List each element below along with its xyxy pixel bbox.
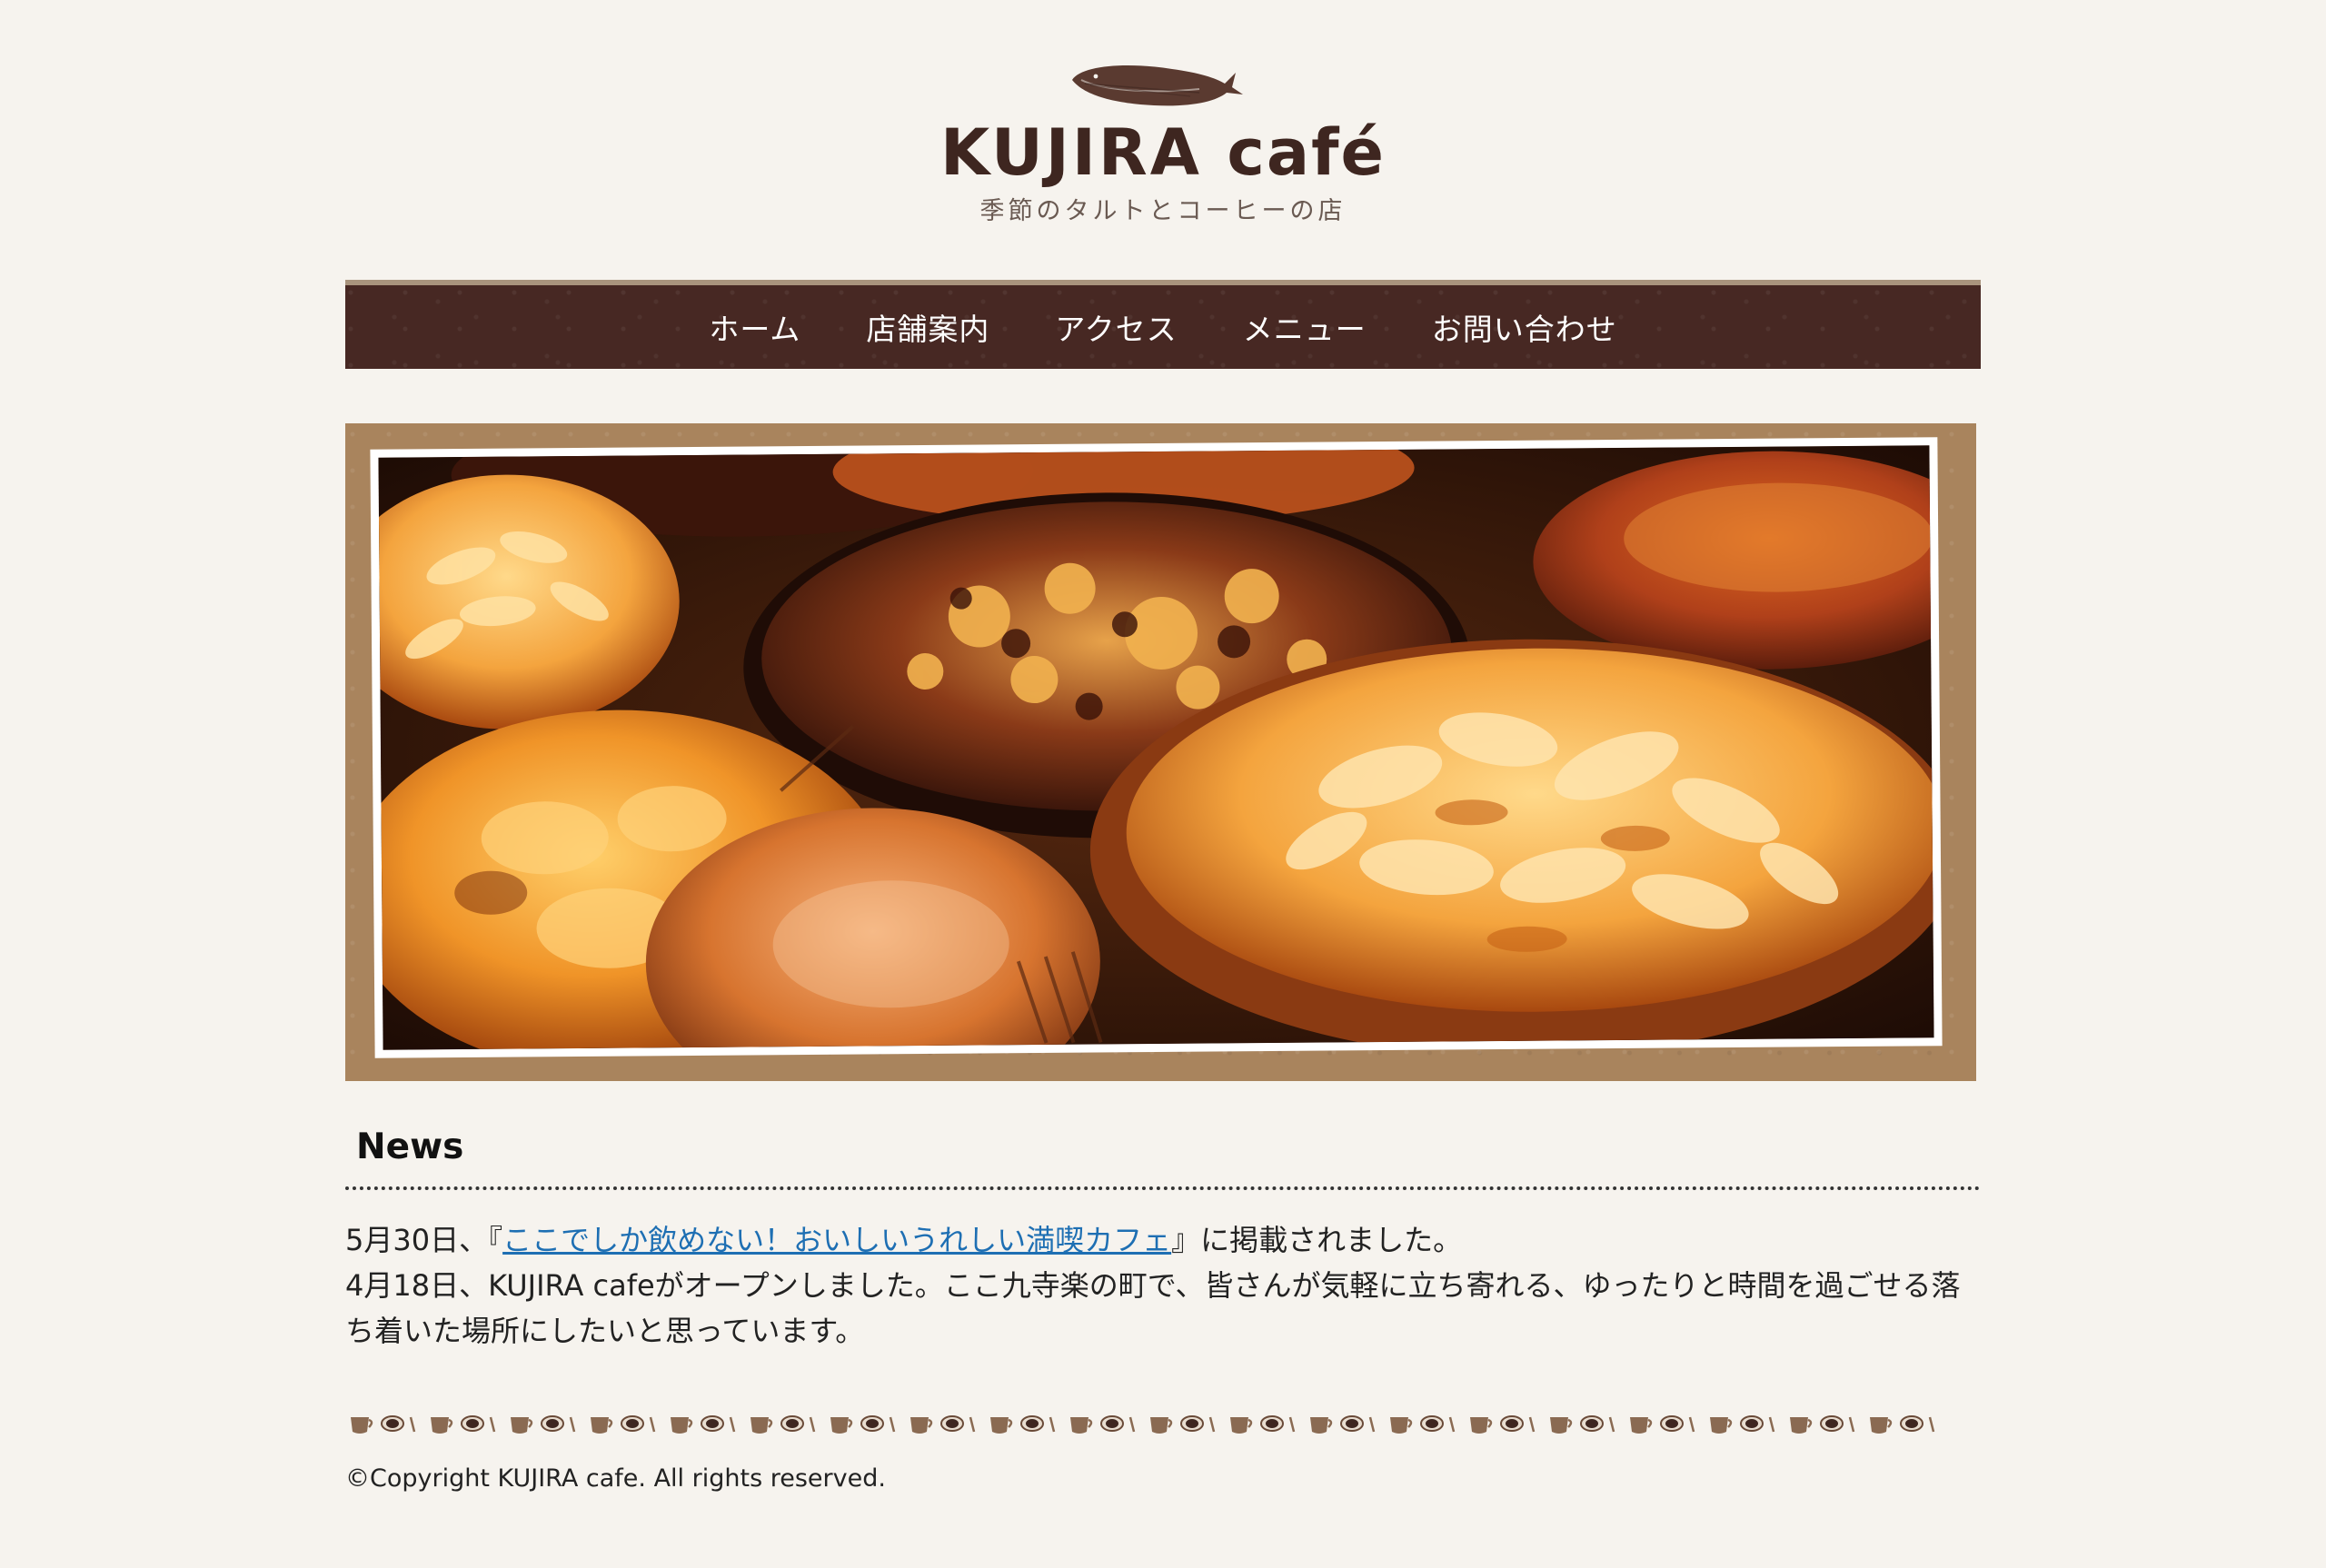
nav-item-store-info[interactable]: 店舗案内 (866, 305, 989, 349)
logo-tagline: 季節のタルトとコーヒーの店 (979, 197, 1347, 225)
coffee-cup-icon (505, 1410, 585, 1437)
coffee-cup-icon (1864, 1410, 1944, 1437)
coffee-cup-icon (585, 1410, 665, 1437)
nav-item-contact[interactable]: お問い合わせ (1432, 305, 1617, 349)
news-item: 5月30日、『ここでしか飲めない！おいしいうれしい満喫カフェ』に掲載されました。 (345, 1217, 1981, 1263)
coffee-cup-icon (1705, 1410, 1784, 1437)
nav-items: ホーム 店舗案内 アクセス メニュー お問い合わせ (345, 285, 1981, 369)
main-nav: ホーム 店舗案内 アクセス メニュー お問い合わせ (345, 280, 1981, 369)
logo-name: KUJIRA (939, 115, 1202, 190)
coffee-cup-icon (1145, 1410, 1225, 1437)
coffee-cup-icon (905, 1410, 985, 1437)
coffee-cup-icon (1784, 1410, 1864, 1437)
hero-photo-border (370, 437, 1943, 1058)
hero-tarts-image (378, 445, 1934, 1050)
coffee-cup-icon (425, 1410, 505, 1437)
coffee-cup-icon (1465, 1410, 1545, 1437)
coffee-cup-icon (1625, 1410, 1705, 1437)
coffee-cup-icon (1305, 1410, 1385, 1437)
coffee-cup-icon (345, 1410, 425, 1437)
news-item-suffix: 』に掲載されました。 (1171, 1223, 1463, 1257)
coffee-cup-icon (985, 1410, 1065, 1437)
coffee-cup-icon (1225, 1410, 1305, 1437)
footer-copyright: ©Copyright KUJIRA cafe. All rights reser… (345, 1464, 886, 1493)
coffee-cup-icon (1545, 1410, 1625, 1437)
coffee-cup-icon (1385, 1410, 1465, 1437)
coffee-cup-icon (825, 1410, 905, 1437)
logo-title[interactable]: KUJIRA café (345, 116, 1981, 189)
coffee-cup-icon (745, 1410, 825, 1437)
nav-item-home[interactable]: ホーム (709, 305, 800, 349)
news-divider (345, 1186, 1981, 1190)
news-item-prefix: 5月30日、『 (345, 1223, 503, 1257)
whale-icon (1072, 65, 1243, 106)
logo-suffix: café (1227, 115, 1387, 190)
news-list: 5月30日、『ここでしか飲めない！おいしいうれしい満喫カフェ』に掲載されました。… (345, 1217, 1981, 1354)
news-item-link[interactable]: ここでしか飲めない！おいしいうれしい満喫カフェ (502, 1223, 1171, 1257)
news-item: 4月18日、KUJIRA cafeがオープンしました。ここ九寺楽の町で、皆さんが… (345, 1268, 1961, 1348)
coffee-cup-divider (345, 1410, 1981, 1437)
nav-item-menu[interactable]: メニュー (1243, 305, 1367, 349)
hero-frame (345, 423, 1976, 1081)
site-header: KUJIRA café 季節のタルトとコーヒーの店 (345, 45, 1981, 227)
tarts-illustration (378, 445, 1934, 1050)
nav-item-access[interactable]: アクセス (1055, 305, 1177, 349)
coffee-cup-icon (665, 1410, 745, 1437)
coffee-cup-icon (1065, 1410, 1145, 1437)
news-heading: News (356, 1126, 464, 1167)
